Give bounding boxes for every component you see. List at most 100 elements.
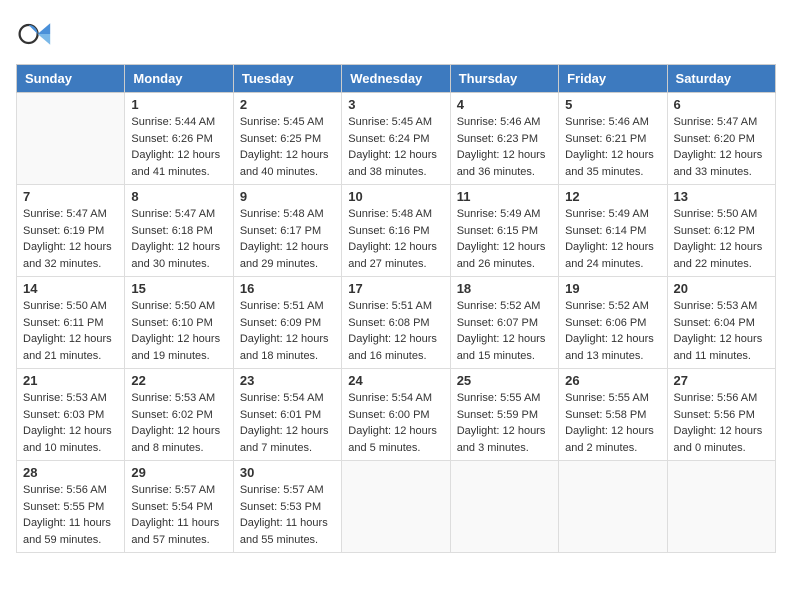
calendar-cell: 10Sunrise: 5:48 AM Sunset: 6:16 PM Dayli… — [342, 185, 450, 277]
day-number: 9 — [240, 189, 335, 204]
logo-icon — [16, 16, 52, 52]
day-number: 8 — [131, 189, 226, 204]
weekday-header-tuesday: Tuesday — [233, 65, 341, 93]
calendar-cell: 21Sunrise: 5:53 AM Sunset: 6:03 PM Dayli… — [17, 369, 125, 461]
day-info: Sunrise: 5:57 AM Sunset: 5:54 PM Dayligh… — [131, 482, 226, 548]
day-info: Sunrise: 5:57 AM Sunset: 5:53 PM Dayligh… — [240, 482, 335, 548]
day-info: Sunrise: 5:48 AM Sunset: 6:17 PM Dayligh… — [240, 206, 335, 272]
day-number: 14 — [23, 281, 118, 296]
calendar-week-row: 21Sunrise: 5:53 AM Sunset: 6:03 PM Dayli… — [17, 369, 776, 461]
day-number: 11 — [457, 189, 552, 204]
day-info: Sunrise: 5:56 AM Sunset: 5:56 PM Dayligh… — [674, 390, 769, 456]
day-number: 29 — [131, 465, 226, 480]
day-number: 24 — [348, 373, 443, 388]
day-number: 2 — [240, 97, 335, 112]
page-header — [16, 16, 776, 52]
weekday-header-wednesday: Wednesday — [342, 65, 450, 93]
day-number: 20 — [674, 281, 769, 296]
calendar-week-row: 7 Sunrise: 5:47 AM Sunset: 6:19 PM Daylig… — [17, 185, 776, 277]
weekday-header-monday: Monday — [125, 65, 233, 93]
calendar-week-row: 1 Sunrise: 5:44 AM Sunset: 6:26 PM Daylig… — [17, 93, 776, 185]
calendar-cell: 30 Sunrise: 5:57 AM Sunset: 5:53 PM Dayli… — [233, 461, 341, 553]
day-number: 18 — [457, 281, 552, 296]
day-info: Sunrise: 5:51 AM Sunset: 6:09 PM Dayligh… — [240, 298, 335, 364]
weekday-header-saturday: Saturday — [667, 65, 775, 93]
calendar-cell: 9 Sunrise: 5:48 AM Sunset: 6:17 PM Daylig… — [233, 185, 341, 277]
day-info: Sunrise: 5:52 AM Sunset: 6:07 PM Dayligh… — [457, 298, 552, 364]
day-number: 3 — [348, 97, 443, 112]
day-info: Sunrise: 5:46 AM Sunset: 6:23 PM Dayligh… — [457, 114, 552, 180]
day-number: 7 — [23, 189, 118, 204]
calendar-header-row: SundayMondayTuesdayWednesdayThursdayFrid… — [17, 65, 776, 93]
day-info: Sunrise: 5:47 AM Sunset: 6:19 PM Dayligh… — [23, 206, 118, 272]
day-number: 28 — [23, 465, 118, 480]
calendar-cell: 1 Sunrise: 5:44 AM Sunset: 6:26 PM Daylig… — [125, 93, 233, 185]
calendar-cell: 23 Sunrise: 5:54 AM Sunset: 6:01 PM Dayli… — [233, 369, 341, 461]
day-info: Sunrise: 5:53 AM Sunset: 6:02 PM Dayligh… — [131, 390, 226, 456]
weekday-header-sunday: Sunday — [17, 65, 125, 93]
day-info: Sunrise: 5:45 AM Sunset: 6:24 PM Dayligh… — [348, 114, 443, 180]
day-number: 26 — [565, 373, 660, 388]
day-info: Sunrise: 5:55 AM Sunset: 5:58 PM Dayligh… — [565, 390, 660, 456]
calendar-cell: 16 Sunrise: 5:51 AM Sunset: 6:09 PM Dayli… — [233, 277, 341, 369]
day-number: 21 — [23, 373, 118, 388]
day-info: Sunrise: 5:52 AM Sunset: 6:06 PM Dayligh… — [565, 298, 660, 364]
day-info: Sunrise: 5:47 AM Sunset: 6:18 PM Dayligh… — [131, 206, 226, 272]
day-info: Sunrise: 5:50 AM Sunset: 6:11 PM Dayligh… — [23, 298, 118, 364]
calendar-cell: 29 Sunrise: 5:57 AM Sunset: 5:54 PM Dayli… — [125, 461, 233, 553]
day-number: 23 — [240, 373, 335, 388]
calendar-cell: 19 Sunrise: 5:52 AM Sunset: 6:06 PM Dayli… — [559, 277, 667, 369]
day-info: Sunrise: 5:49 AM Sunset: 6:14 PM Dayligh… — [565, 206, 660, 272]
calendar-week-row: 28 Sunrise: 5:56 AM Sunset: 5:55 PM Dayli… — [17, 461, 776, 553]
calendar-cell — [342, 461, 450, 553]
day-info: Sunrise: 5:56 AM Sunset: 5:55 PM Dayligh… — [23, 482, 118, 548]
calendar-cell: 7 Sunrise: 5:47 AM Sunset: 6:19 PM Daylig… — [17, 185, 125, 277]
calendar-cell — [17, 93, 125, 185]
calendar-cell: 27 Sunrise: 5:56 AM Sunset: 5:56 PM Dayli… — [667, 369, 775, 461]
day-number: 4 — [457, 97, 552, 112]
day-number: 30 — [240, 465, 335, 480]
day-info: Sunrise: 5:54 AM Sunset: 6:00 PM Dayligh… — [348, 390, 443, 456]
day-info: Sunrise: 5:50 AM Sunset: 6:10 PM Dayligh… — [131, 298, 226, 364]
day-info: Sunrise: 5:49 AM Sunset: 6:15 PM Dayligh… — [457, 206, 552, 272]
day-info: Sunrise: 5:48 AM Sunset: 6:16 PM Dayligh… — [348, 206, 443, 272]
calendar-week-row: 14 Sunrise: 5:50 AM Sunset: 6:11 PM Dayli… — [17, 277, 776, 369]
calendar-cell — [559, 461, 667, 553]
day-info: Sunrise: 5:44 AM Sunset: 6:26 PM Dayligh… — [131, 114, 226, 180]
calendar-cell: 12Sunrise: 5:49 AM Sunset: 6:14 PM Dayli… — [559, 185, 667, 277]
day-number: 19 — [565, 281, 660, 296]
calendar-cell: 3 Sunrise: 5:45 AM Sunset: 6:24 PM Daylig… — [342, 93, 450, 185]
calendar-cell: 2 Sunrise: 5:45 AM Sunset: 6:25 PM Daylig… — [233, 93, 341, 185]
calendar-cell: 13Sunrise: 5:50 AM Sunset: 6:12 PM Dayli… — [667, 185, 775, 277]
day-number: 6 — [674, 97, 769, 112]
calendar-cell — [667, 461, 775, 553]
day-number: 22 — [131, 373, 226, 388]
day-info: Sunrise: 5:53 AM Sunset: 6:04 PM Dayligh… — [674, 298, 769, 364]
calendar-cell: 5 Sunrise: 5:46 AM Sunset: 6:21 PM Daylig… — [559, 93, 667, 185]
day-info: Sunrise: 5:45 AM Sunset: 6:25 PM Dayligh… — [240, 114, 335, 180]
calendar-table: SundayMondayTuesdayWednesdayThursdayFrid… — [16, 64, 776, 553]
day-number: 15 — [131, 281, 226, 296]
calendar-cell: 22 Sunrise: 5:53 AM Sunset: 6:02 PM Dayli… — [125, 369, 233, 461]
calendar-cell: 26 Sunrise: 5:55 AM Sunset: 5:58 PM Dayli… — [559, 369, 667, 461]
day-number: 16 — [240, 281, 335, 296]
calendar-cell: 4 Sunrise: 5:46 AM Sunset: 6:23 PM Daylig… — [450, 93, 558, 185]
calendar-cell: 20 Sunrise: 5:53 AM Sunset: 6:04 PM Dayli… — [667, 277, 775, 369]
calendar-cell: 14 Sunrise: 5:50 AM Sunset: 6:11 PM Dayli… — [17, 277, 125, 369]
calendar-cell: 15 Sunrise: 5:50 AM Sunset: 6:10 PM Dayli… — [125, 277, 233, 369]
day-number: 5 — [565, 97, 660, 112]
weekday-header-thursday: Thursday — [450, 65, 558, 93]
day-info: Sunrise: 5:54 AM Sunset: 6:01 PM Dayligh… — [240, 390, 335, 456]
calendar-cell: 18 Sunrise: 5:52 AM Sunset: 6:07 PM Dayli… — [450, 277, 558, 369]
day-number: 1 — [131, 97, 226, 112]
day-info: Sunrise: 5:47 AM Sunset: 6:20 PM Dayligh… — [674, 114, 769, 180]
day-number: 25 — [457, 373, 552, 388]
calendar-cell: 25 Sunrise: 5:55 AM Sunset: 5:59 PM Dayli… — [450, 369, 558, 461]
day-info: Sunrise: 5:51 AM Sunset: 6:08 PM Dayligh… — [348, 298, 443, 364]
day-info: Sunrise: 5:46 AM Sunset: 6:21 PM Dayligh… — [565, 114, 660, 180]
day-number: 27 — [674, 373, 769, 388]
weekday-header-friday: Friday — [559, 65, 667, 93]
calendar-cell: 24 Sunrise: 5:54 AM Sunset: 6:00 PM Dayli… — [342, 369, 450, 461]
day-info: Sunrise: 5:50 AM Sunset: 6:12 PM Dayligh… — [674, 206, 769, 272]
day-info: Sunrise: 5:55 AM Sunset: 5:59 PM Dayligh… — [457, 390, 552, 456]
